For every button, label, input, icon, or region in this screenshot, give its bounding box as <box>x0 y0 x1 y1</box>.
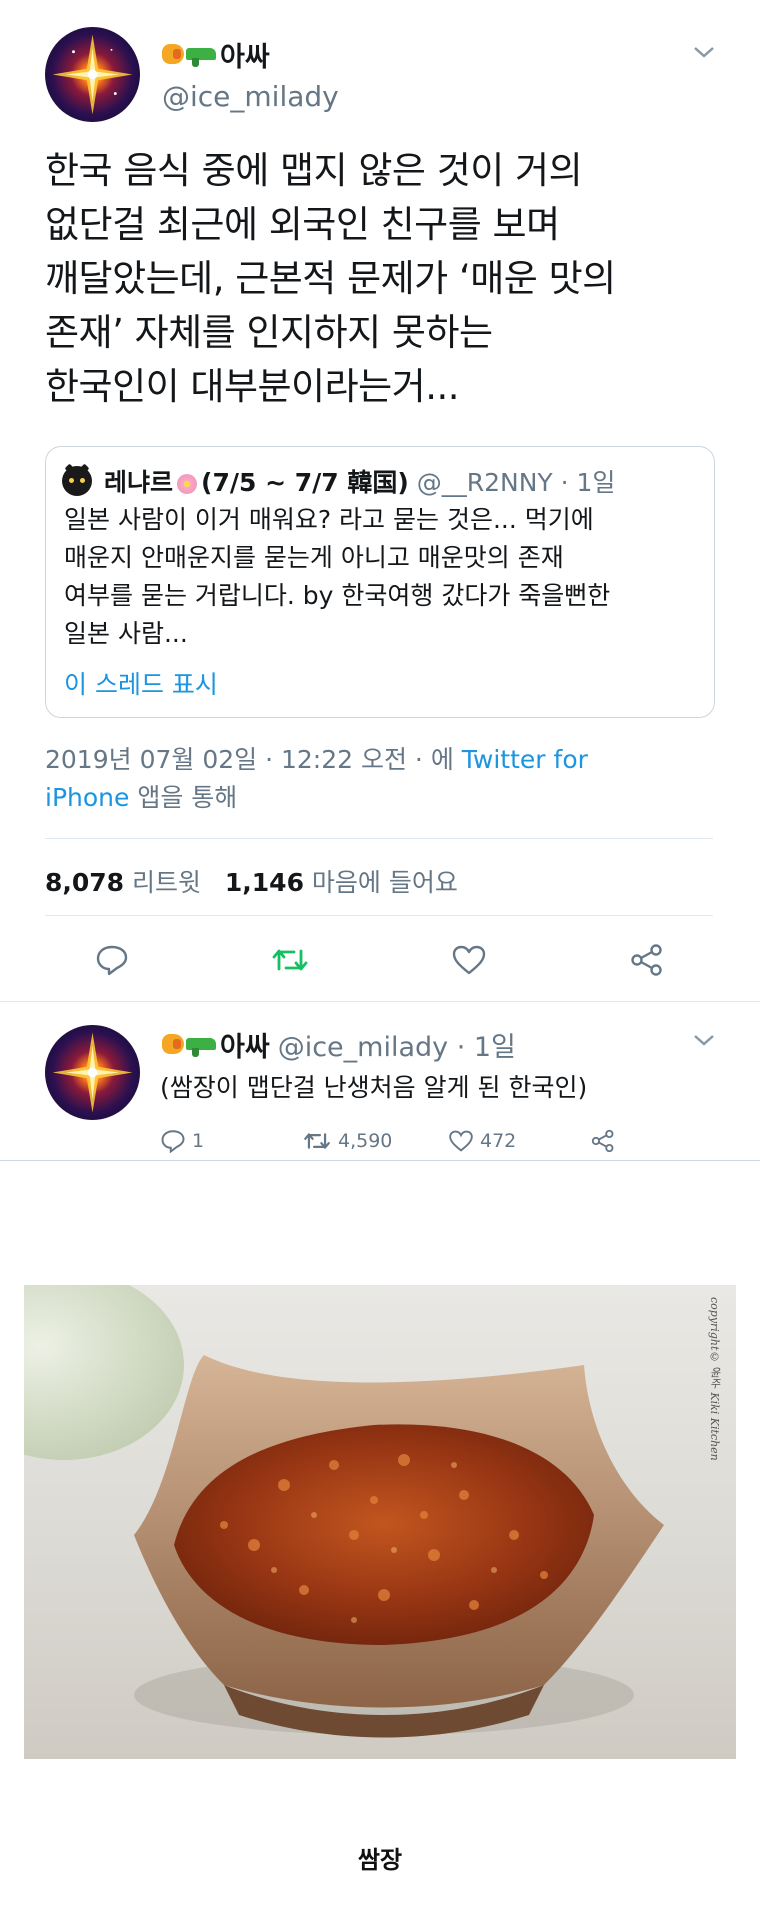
avatar-starburst-icon <box>52 1032 133 1113</box>
quoted-name-suffix: (7/5 ~ 7/7 韓国) <box>201 468 409 497</box>
tweet-date: 2019년 07월 02일 · 12:22 오전 · 에 <box>45 745 454 774</box>
quoted-text-line: 일본 사람... <box>64 619 188 648</box>
reply-button[interactable] <box>90 938 134 982</box>
water-gun-emoji-icon <box>186 1038 216 1057</box>
share-button[interactable] <box>590 1129 616 1153</box>
reply-text: (쌈장이 맵단걸 난생처음 알게 된 한국인) <box>160 1073 588 1102</box>
source-suffix: 앱을 통해 <box>137 783 238 812</box>
reply-icon <box>96 945 128 976</box>
source-link[interactable]: Twitter for <box>462 745 588 774</box>
quoted-header: 레냐르 (7/5 ~ 7/7 韓国) @__R2NNY · 1일 <box>104 463 615 499</box>
tweet-text-line: 존재’ 자체를 인지하지 못하는 <box>45 311 493 354</box>
divider <box>45 915 713 916</box>
quoted-text-line: 매운지 안매운지를 묻는게 아니고 매운맛의 존재 <box>64 543 564 572</box>
retweet-icon <box>304 1133 330 1149</box>
avatar-starburst-icon <box>52 34 133 115</box>
divider <box>0 1160 760 1161</box>
quoted-tweet-card[interactable]: 레냐르 (7/5 ~ 7/7 韓国) @__R2NNY · 1일 일본 사람이 이… <box>45 446 715 718</box>
retweet-count[interactable]: 8,078 <box>45 868 124 897</box>
chevron-down-icon[interactable] <box>693 40 715 65</box>
tweet-text-line: 깨달았는데, 근본적 문제가 ‘매운 맛의 <box>45 257 616 300</box>
retweet-button[interactable] <box>268 938 312 982</box>
hand-emoji-icon <box>162 44 184 64</box>
divider <box>45 838 713 839</box>
quoted-text-line: 여부를 묻는 거랍니다. by 한국여행 갔다가 죽을뻔한 <box>64 581 611 610</box>
reply-icon <box>161 1130 185 1153</box>
like-count: 472 <box>480 1130 517 1152</box>
like-label[interactable]: 마음에 들어요 <box>312 868 458 897</box>
display-name-row[interactable]: 아싸 <box>162 36 270 73</box>
tweet-text: 한국 음식 중에 맵지 않은 것이 거의 없단걸 최근에 외국인 친구를 보며 … <box>45 144 735 414</box>
chevron-down-icon[interactable] <box>693 1032 715 1051</box>
handle[interactable]: @ice_milady <box>162 80 339 113</box>
share-icon <box>591 1129 614 1153</box>
quoted-text-line: 일본 사람이 이거 매워요? 라고 묻는 것은... 먹기에 <box>64 505 594 534</box>
quoted-handle-time: @__R2NNY · 1일 <box>416 468 616 497</box>
avatar[interactable] <box>45 27 140 122</box>
tweet-text-line: 한국인이 대부분이라는거... <box>45 365 459 408</box>
like-button[interactable] <box>447 938 491 982</box>
reply-button[interactable]: 1 <box>160 1129 204 1153</box>
retweet-button[interactable]: 4,590 <box>302 1130 392 1152</box>
engagement-stats: 8,078 리트윗 1,146 마음에 들어요 <box>45 863 458 899</box>
hand-emoji-icon <box>162 1034 184 1054</box>
photo-watermark: copyright© 윤주 Kiki Kitchen <box>708 1297 721 1461</box>
ssamjang-bowl-image <box>24 1285 664 1738</box>
quoted-avatar <box>62 466 92 496</box>
divider <box>0 1001 760 1002</box>
share-button[interactable] <box>625 938 669 982</box>
reply-count: 1 <box>192 1130 205 1152</box>
retweet-label[interactable]: 리트윗 <box>132 868 201 897</box>
ssamjang-photo: copyright© 윤주 Kiki Kitchen <box>24 1285 736 1759</box>
like-button[interactable]: 472 <box>448 1129 516 1153</box>
reply-handle-time: @ice_milady · 1일 <box>277 1031 516 1063</box>
heart-icon <box>452 945 486 975</box>
heart-icon <box>449 1130 473 1152</box>
reply-header[interactable]: 아싸 @ice_milady · 1일 <box>162 1026 516 1063</box>
tweet-text-line: 한국 음식 중에 맵지 않은 것이 거의 <box>45 149 583 192</box>
reply-action-bar: 1 4,590 472 <box>160 1126 620 1156</box>
quoted-text: 일본 사람이 이거 매워요? 라고 묻는 것은... 먹기에 매운지 안매운지를… <box>64 501 704 653</box>
cherry-blossom-icon <box>177 474 198 494</box>
retweet-count: 4,590 <box>338 1130 393 1152</box>
reply-display-name: 아싸 <box>220 1031 270 1063</box>
quoted-name: 레냐르 <box>104 468 174 497</box>
share-icon <box>631 944 662 976</box>
photo-caption: 쌈장 <box>357 1846 403 1874</box>
like-count[interactable]: 1,146 <box>225 868 304 897</box>
source-link-continued[interactable]: iPhone <box>45 783 129 812</box>
water-gun-emoji-icon <box>186 48 216 67</box>
display-name: 아싸 <box>220 41 270 73</box>
retweet-icon <box>272 949 308 971</box>
show-thread-link[interactable]: 이 스레드 표시 <box>64 665 218 701</box>
tweet-meta: 2019년 07월 02일 · 12:22 오전 · 에 Twitter for… <box>45 741 725 817</box>
tweet-text-line: 없단걸 최근에 외국인 친구를 보며 <box>45 203 560 246</box>
reply-avatar[interactable] <box>45 1025 140 1120</box>
